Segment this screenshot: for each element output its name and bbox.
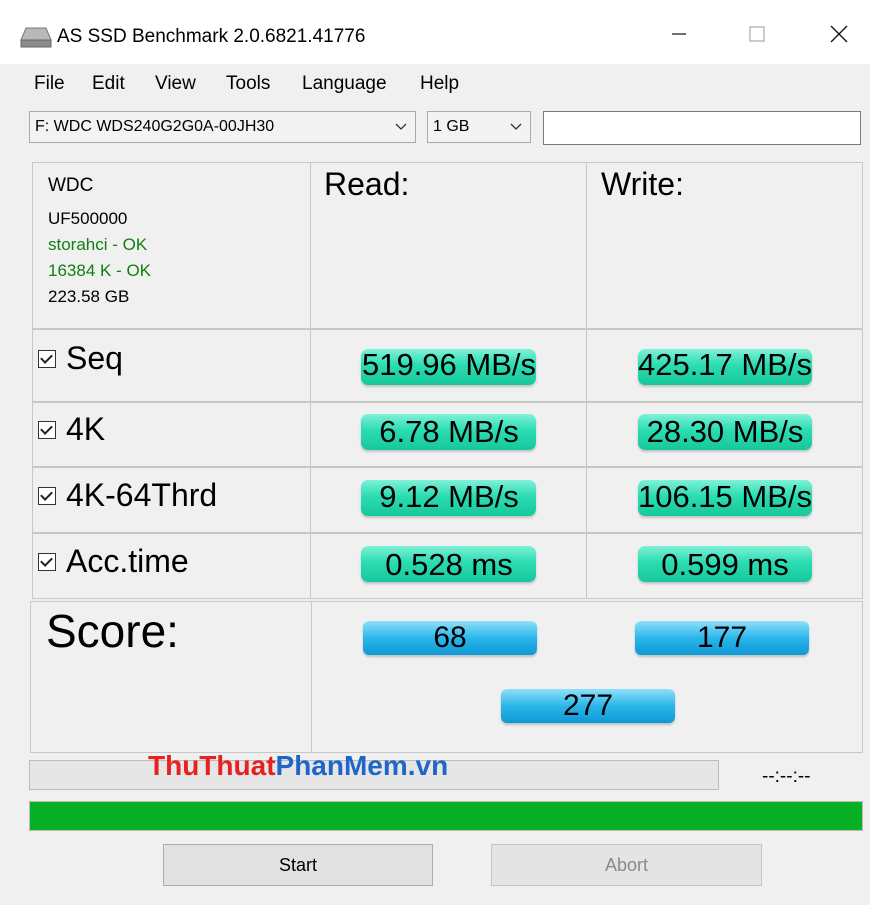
chevron-down-icon bbox=[395, 123, 407, 130]
menu-bar: File Edit View Tools Language Help bbox=[0, 64, 870, 102]
drive-select-value: F: WDC WDS240G2G0A-00JH30 bbox=[35, 118, 275, 135]
4k64-write-value: 106.15 MB/s bbox=[637, 479, 813, 514]
chevron-down-icon bbox=[510, 123, 522, 130]
watermark-part-2: PhanMem bbox=[275, 750, 408, 781]
toolbar: F: WDC WDS240G2G0A-00JH30 1 GB bbox=[0, 102, 870, 152]
acctime-row-label[interactable]: Acc.time bbox=[38, 543, 189, 580]
4k-checkbox[interactable] bbox=[38, 420, 56, 439]
watermark: ThuThuatPhanMem.vn bbox=[148, 750, 448, 782]
seq-checkbox[interactable] bbox=[38, 349, 56, 368]
acctime-label: Acc.time bbox=[66, 543, 189, 579]
abort-button[interactable]: Abort bbox=[491, 844, 762, 886]
close-icon bbox=[830, 25, 848, 43]
size-select[interactable]: 1 GB bbox=[427, 111, 531, 143]
drive-capacity: 223.58 GB bbox=[48, 287, 130, 306]
menu-edit[interactable]: Edit bbox=[92, 73, 125, 95]
seq-read-value: 519.96 MB/s bbox=[361, 347, 537, 382]
maximize-icon bbox=[749, 26, 765, 42]
4k-write-value: 28.30 MB/s bbox=[646, 414, 804, 449]
minimize-icon bbox=[672, 33, 686, 35]
minimize-button[interactable] bbox=[656, 14, 702, 54]
title-bar: AS SSD Benchmark 2.0.6821.41776 bbox=[0, 0, 870, 64]
menu-language[interactable]: Language bbox=[302, 73, 387, 95]
menu-tools[interactable]: Tools bbox=[226, 73, 270, 95]
watermark-part-3: .vn bbox=[407, 750, 449, 781]
score-read: 68 bbox=[363, 621, 537, 655]
score-write: 177 bbox=[635, 621, 809, 655]
search-input[interactable] bbox=[543, 111, 861, 145]
menu-help[interactable]: Help bbox=[420, 73, 459, 95]
acctime-read-value: 0.528 ms bbox=[385, 547, 513, 582]
watermark-part-1: ThuThuat bbox=[148, 750, 276, 781]
progress-fill bbox=[30, 802, 862, 830]
write-header: Write: bbox=[601, 166, 684, 202]
alignment-status: 16384 K - OK bbox=[48, 261, 152, 280]
acctime-write-value: 0.599 ms bbox=[661, 547, 789, 582]
close-button[interactable] bbox=[816, 14, 862, 54]
seq-row-label[interactable]: Seq bbox=[38, 340, 123, 377]
elapsed-timer: --:--:-- bbox=[762, 766, 811, 787]
menu-view[interactable]: View bbox=[155, 73, 196, 95]
4k-read-value: 6.78 MB/s bbox=[379, 414, 519, 449]
maximize-button[interactable] bbox=[734, 14, 780, 54]
drive-icon bbox=[20, 27, 52, 48]
start-button[interactable]: Start bbox=[163, 844, 433, 886]
read-header: Read: bbox=[324, 166, 410, 202]
menu-file[interactable]: File bbox=[34, 73, 65, 95]
4k64-row-label[interactable]: 4K-64Thrd bbox=[38, 477, 217, 514]
acctime-checkbox[interactable] bbox=[38, 552, 56, 571]
drive-firmware: UF500000 bbox=[48, 209, 128, 228]
window-title: AS SSD Benchmark 2.0.6821.41776 bbox=[57, 26, 366, 47]
4k64-label: 4K-64Thrd bbox=[66, 477, 218, 513]
4k64-checkbox[interactable] bbox=[38, 486, 56, 505]
score-total: 277 bbox=[501, 689, 675, 723]
drive-vendor: WDC bbox=[48, 175, 94, 196]
score-label: Score: bbox=[46, 605, 179, 657]
seq-write-value: 425.17 MB/s bbox=[637, 347, 813, 382]
overall-progress-bar bbox=[29, 801, 863, 831]
drive-select[interactable]: F: WDC WDS240G2G0A-00JH30 bbox=[29, 111, 416, 143]
4k-label: 4K bbox=[66, 411, 106, 447]
4k64-read-value: 9.12 MB/s bbox=[379, 479, 519, 514]
driver-status: storahci - OK bbox=[48, 235, 148, 254]
size-select-value: 1 GB bbox=[433, 118, 470, 135]
4k-row-label[interactable]: 4K bbox=[38, 411, 105, 448]
seq-label: Seq bbox=[66, 340, 123, 376]
